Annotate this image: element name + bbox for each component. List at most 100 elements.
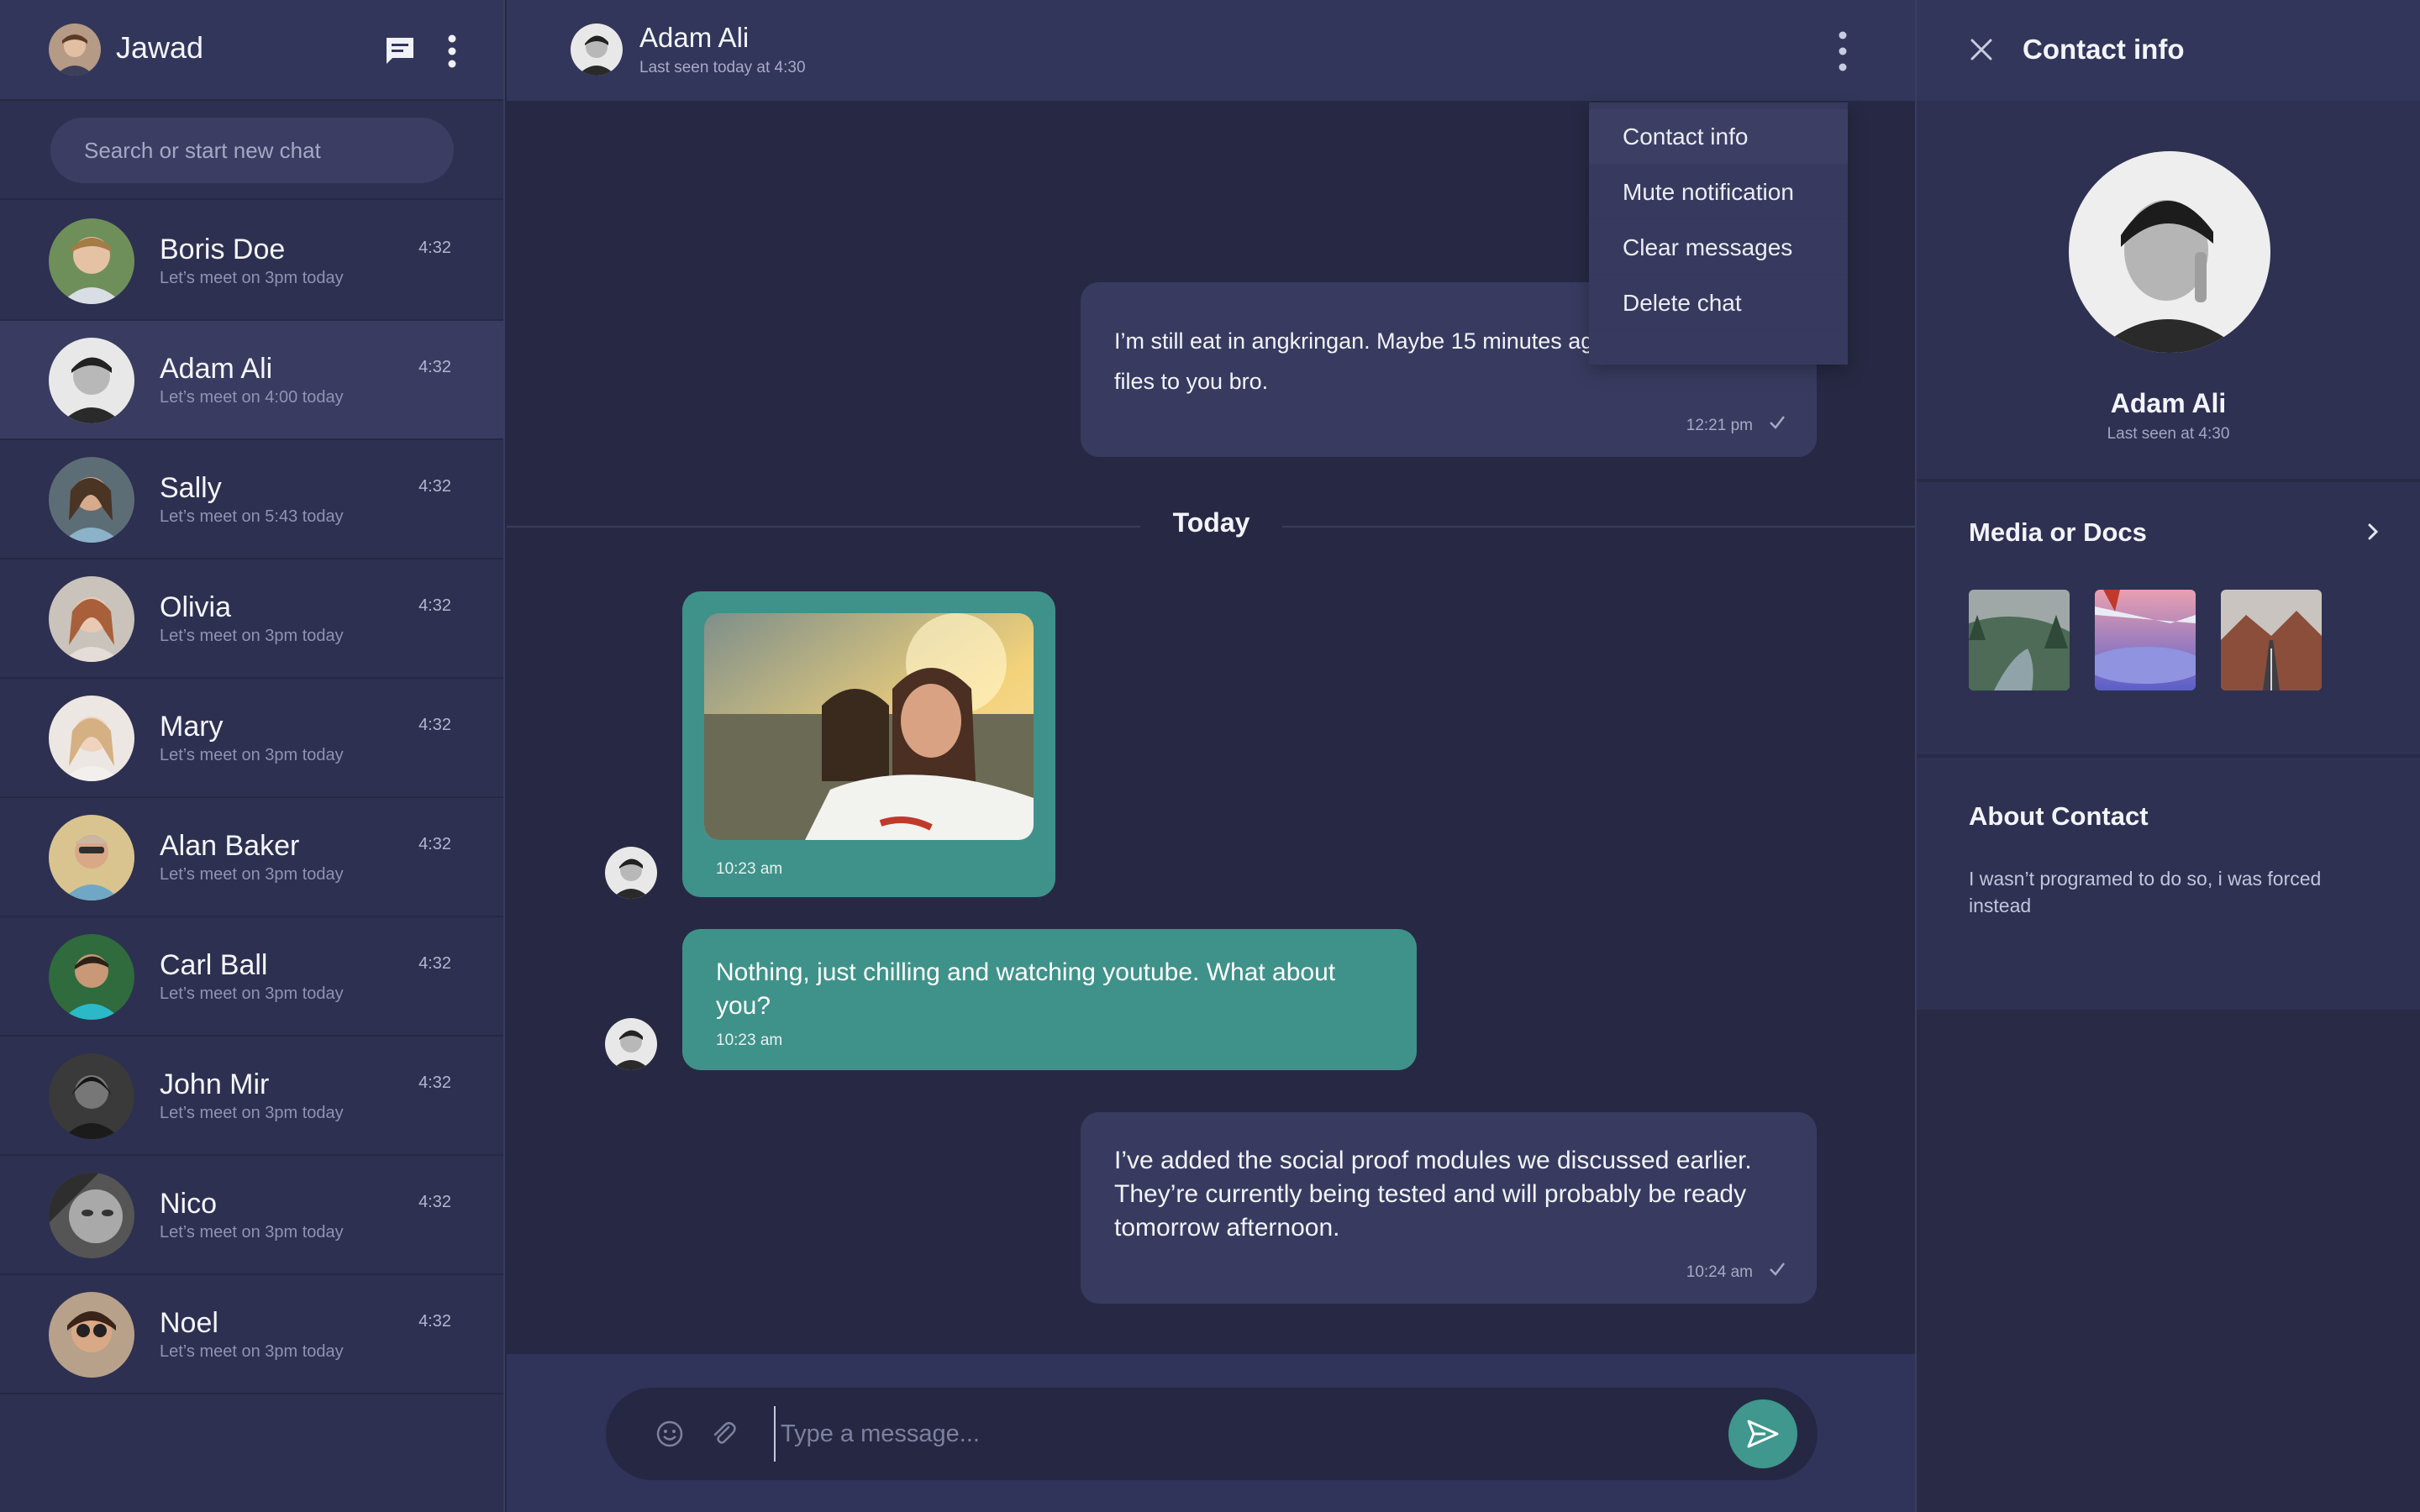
composer [606,1388,1818,1480]
chat-preview: Let’s meet on 3pm today [160,746,344,764]
chat-list-item[interactable]: Nico Let’s meet on 3pm today 4:32 [0,1156,503,1275]
avatar [49,1173,134,1258]
chat-time: 4:32 [418,1074,451,1092]
chat-list-item[interactable]: Adam Ali Let’s meet on 4:00 today 4:32 [0,321,503,440]
chat-list-item[interactable]: Olivia Let’s meet on 3pm today 4:32 [0,559,503,679]
search-bar [0,102,503,200]
message-incoming[interactable]: Nothing, just chilling and watching yout… [682,929,1417,1070]
chat-list-item[interactable]: Alan Baker Let’s meet on 3pm today 4:32 [0,798,503,917]
date-divider: Today [1172,507,1250,538]
message-text: I’ve added the social proof modules we d… [1114,1147,1752,1242]
chat-list-item[interactable]: Carl Ball Let’s meet on 3pm today 4:32 [0,917,503,1037]
avatar [49,934,134,1020]
vertical-dots-icon[interactable] [437,32,467,71]
avatar [49,576,134,662]
chat-time: 4:32 [418,954,451,973]
menu-item-delete-chat[interactable]: Delete chat [1589,276,1848,331]
shared-photo[interactable] [704,613,1034,840]
message-time: 10:23 am [716,860,783,878]
chat-time: 4:32 [418,477,451,496]
vertical-dots-icon[interactable] [1826,29,1860,74]
chat-time: 4:32 [418,835,451,853]
chevron-right-icon[interactable] [2360,519,2386,544]
menu-item-contact-info[interactable]: Contact info [1589,109,1848,165]
chat-header: Adam Ali Last seen today at 4:30 [507,0,1915,101]
chat-preview: Let’s meet on 4:00 today [160,388,344,407]
emoji-icon[interactable] [655,1419,685,1449]
sidebar-header: Jawad [0,0,503,101]
chat-name: Noel [160,1307,218,1339]
paperclip-icon[interactable] [708,1419,739,1449]
chat-list-item[interactable]: Sally Let’s meet on 5:43 today 4:32 [0,440,503,559]
close-icon[interactable] [1967,35,1996,64]
chat-preview: Let’s meet on 3pm today [160,1104,344,1122]
search-input[interactable] [50,118,454,183]
avatar[interactable] [2069,151,2270,353]
avatar [49,815,134,900]
media-thumbnail[interactable] [2095,590,2196,690]
chat-time: 4:32 [418,239,451,257]
media-thumbnail[interactable] [2221,590,2322,690]
avatar [49,696,134,781]
message-outgoing[interactable]: I’ve added the social proof modules we d… [1081,1112,1817,1304]
chat-time: 4:32 [418,358,451,376]
chat-list-item[interactable]: John Mir Let’s meet on 3pm today 4:32 [0,1037,503,1156]
profile-card: Adam Ali Last seen at 4:30 [1917,101,2420,479]
chat-list-item[interactable]: Noel Let’s meet on 3pm today 4:32 [0,1275,503,1394]
chat-preview: Let’s meet on 5:43 today [160,507,344,526]
avatar [605,1018,657,1070]
avatar [605,847,657,899]
chat-name: Carl Ball [160,949,268,981]
user-name: Jawad [116,30,204,65]
avatar [49,338,134,423]
avatar [49,218,134,304]
menu-item-clear-messages[interactable]: Clear messages [1589,220,1848,276]
menu-item-mute-notification[interactable]: Mute notification [1589,165,1848,220]
chat-list-item[interactable]: Boris Doe Let’s meet on 3pm today 4:32 [0,202,503,321]
avatar[interactable] [49,24,101,76]
chat-options-menu: Contact info Mute notification Clear mes… [1589,102,1848,365]
chat-list: Boris Doe Let’s meet on 3pm today 4:32 A… [0,202,503,1394]
avatar[interactable] [571,24,623,76]
sidebar: Jawad Boris Doe Let’s meet on 3pm today … [0,0,505,1512]
chat-preview: Let’s meet on 3pm today [160,627,344,645]
chat-name: Sally [160,472,222,504]
chat-preview: Let’s meet on 3pm today [160,269,344,287]
message-input[interactable] [774,1406,1698,1462]
message-time: 10:23 am [716,1032,783,1049]
contact-info-header: Contact info [1917,0,2420,101]
section-title: About Contact [1969,801,2149,831]
contact-status: Last seen today at 4:30 [639,59,806,76]
chat-name: Adam Ali [160,353,273,385]
chat-preview: Let’s meet on 3pm today [160,865,344,884]
chat-time: 4:32 [418,596,451,615]
contact-status: Last seen at 4:30 [2107,425,2230,443]
contact-name: Adam Ali [639,22,750,53]
check-icon [1768,1260,1786,1278]
check-icon [1768,413,1786,432]
chat-name: Nico [160,1188,218,1220]
divider [1282,526,1915,528]
send-button[interactable] [1728,1399,1797,1468]
contact-info-panel: Contact info Adam Ali Last seen at 4:30 … [1915,0,2420,1512]
chat-preview: Let’s meet on 3pm today [160,984,344,1003]
contact-name: Adam Ali [2110,388,2227,418]
chat-list-item[interactable]: Mary Let’s meet on 3pm today 4:32 [0,679,503,798]
chat-name: Olivia [160,591,232,623]
chat-bubble-icon[interactable] [383,34,417,67]
media-thumbnail[interactable] [1969,590,2070,690]
avatar [49,1292,134,1378]
about-section: About Contact I wasn’t programed to do s… [1917,758,2420,1010]
send-icon [1747,1420,1779,1448]
about-text: I wasn’t programed to do so, i was force… [1969,868,2322,916]
divider [507,526,1140,528]
chat-name: Mary [160,711,224,743]
media-section: Media or Docs [1917,482,2420,754]
chat-name: Boris Doe [160,234,286,265]
message-text: Nothing, just chilling and watching yout… [716,958,1336,1020]
message-incoming-image[interactable]: 10:23 am [682,591,1055,897]
avatar [49,1053,134,1139]
composer-bar [507,1354,1915,1512]
chat-time: 4:32 [418,1193,451,1211]
avatar [49,457,134,543]
